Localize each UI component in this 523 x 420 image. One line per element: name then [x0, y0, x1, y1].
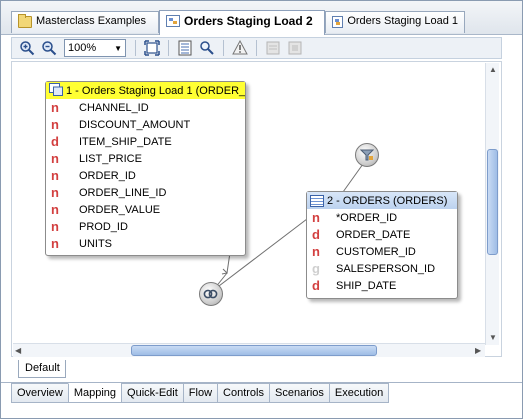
column-name: SALESPERSON_ID: [336, 262, 436, 275]
join-icon: [203, 289, 218, 299]
horizontal-scrollbar[interactable]: ◀ ▶: [13, 343, 485, 357]
tab-overview[interactable]: Overview: [11, 383, 69, 403]
column-row[interactable]: d ORDER_DATE: [307, 226, 457, 243]
column-row[interactable]: n LIST_PRICE: [46, 150, 245, 167]
target-datastore-header[interactable]: 2 - ORDERS (ORDERS): [307, 192, 457, 209]
scroll-right-icon[interactable]: ▶: [475, 346, 481, 355]
number-type-icon: n: [51, 116, 59, 132]
column-name: CUSTOMER_ID: [336, 245, 416, 258]
column-row[interactable]: d SHIP_DATE: [307, 277, 457, 294]
scroll-down-icon[interactable]: ▼: [489, 333, 497, 342]
number-type-icon: n: [51, 201, 59, 217]
column-row[interactable]: n UNITS: [46, 235, 245, 252]
number-type-icon: g: [312, 260, 320, 276]
column-name: LIST_PRICE: [79, 152, 142, 165]
tab-scenarios[interactable]: Scenarios: [269, 383, 330, 403]
date-type-icon: d: [51, 133, 59, 149]
column-name: ITEM_SHIP_DATE: [79, 135, 172, 148]
column-row[interactable]: d ITEM_SHIP_DATE: [46, 133, 245, 150]
column-name: PROD_ID: [79, 220, 128, 233]
bottom-tab-bar: Overview Mapping Quick-Edit Flow Controls Sce…: [11, 383, 390, 403]
target-datastore[interactable]: 2 - ORDERS (ORDERS) n *ORDER_IDd ORDER_DAT…: [306, 191, 458, 299]
column-name: *ORDER_ID: [336, 211, 398, 224]
column-row[interactable]: n *ORDER_ID: [307, 209, 457, 226]
column-row[interactable]: n ORDER_LINE_ID: [46, 184, 245, 201]
number-type-icon: n: [51, 167, 59, 183]
tab-default[interactable]: Default: [18, 360, 66, 378]
vertical-scrollbar[interactable]: ▲ ▼: [485, 63, 499, 345]
target-datastore-title: 2 - ORDERS (ORDERS): [327, 194, 448, 207]
column-name: ORDER_VALUE: [79, 203, 161, 216]
column-row[interactable]: n ORDER_VALUE: [46, 201, 245, 218]
tab-quick-edit[interactable]: Quick-Edit: [121, 383, 184, 403]
tab-label: Default: [25, 362, 60, 374]
join-node[interactable]: [199, 282, 223, 306]
filter-icon: [360, 149, 374, 161]
tab-execution[interactable]: Execution: [328, 383, 390, 403]
column-row[interactable]: n CHANNEL_ID: [46, 99, 245, 116]
column-row[interactable]: n CUSTOMER_ID: [307, 243, 457, 260]
column-name: UNITS: [79, 237, 112, 250]
number-type-icon: n: [51, 218, 59, 234]
source-datastore-header[interactable]: 1 - Orders Staging Load 1 (ORDER_D: [46, 82, 245, 99]
column-row[interactable]: n ORDER_ID: [46, 167, 245, 184]
column-row[interactable]: n DISCOUNT_AMOUNT: [46, 116, 245, 133]
column-name: ORDER_DATE: [336, 228, 411, 241]
source-datastore[interactable]: 1 - Orders Staging Load 1 (ORDER_D n CHAN…: [45, 81, 246, 256]
scroll-left-icon[interactable]: ◀: [15, 346, 21, 355]
column-row[interactable]: n PROD_ID: [46, 218, 245, 235]
number-type-icon: n: [312, 243, 320, 259]
column-name: SHIP_DATE: [336, 279, 397, 292]
horizontal-scroll-thumb[interactable]: [131, 345, 377, 356]
number-type-icon: n: [51, 99, 59, 115]
filter-node[interactable]: [355, 143, 379, 167]
column-name: ORDER_LINE_ID: [79, 186, 167, 199]
vertical-scroll-thumb[interactable]: [487, 149, 498, 255]
column-name: ORDER_ID: [79, 169, 136, 182]
number-type-icon: n: [51, 150, 59, 166]
number-type-icon: n: [312, 209, 320, 225]
scroll-up-icon[interactable]: ▲: [489, 65, 497, 74]
datastore-icon: [49, 82, 63, 99]
column-row[interactable]: g SALESPERSON_ID: [307, 260, 457, 277]
date-type-icon: d: [312, 226, 320, 242]
column-name: CHANNEL_ID: [79, 101, 149, 114]
number-type-icon: n: [51, 235, 59, 251]
tab-flow[interactable]: Flow: [182, 383, 219, 403]
tab-controls[interactable]: Controls: [217, 383, 270, 403]
column-name: DISCOUNT_AMOUNT: [79, 118, 191, 131]
date-type-icon: d: [312, 277, 320, 293]
source-datastore-title: 1 - Orders Staging Load 1 (ORDER_D: [66, 84, 245, 97]
mapping-editor-window: Masterclass Examples Orders Staging Load…: [0, 0, 523, 419]
tab-mapping[interactable]: Mapping: [67, 383, 123, 403]
number-type-icon: n: [51, 184, 59, 200]
table-icon: [310, 194, 324, 207]
